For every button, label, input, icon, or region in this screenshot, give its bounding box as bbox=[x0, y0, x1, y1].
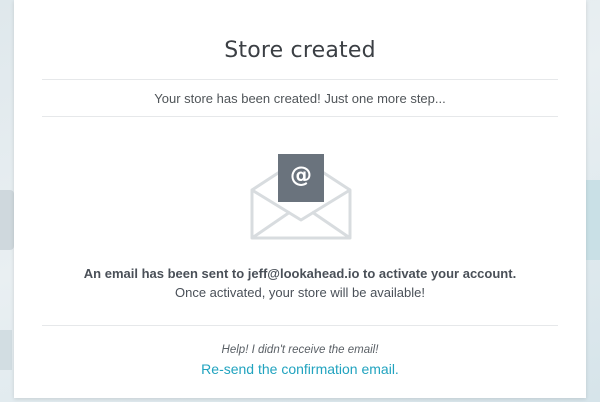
store-created-modal: Store created Your store has been create… bbox=[14, 0, 586, 398]
resend-confirmation-link[interactable]: Re-send the confirmation email. bbox=[201, 361, 399, 377]
background-decoration-left-lower bbox=[0, 330, 12, 370]
modal-title: Store created bbox=[224, 38, 376, 63]
at-symbol-icon: @ bbox=[290, 163, 312, 188]
email-sent-message: An email has been sent to jeff@lookahead… bbox=[83, 266, 517, 281]
envelope-icon: @ bbox=[250, 150, 352, 242]
modal-subtitle: Your store has been created! Just one mo… bbox=[154, 91, 446, 106]
resend-container: Re-send the confirmation email. bbox=[14, 361, 586, 379]
subtitle-divider bbox=[42, 116, 558, 117]
background-decoration-right bbox=[586, 180, 600, 260]
footer-divider bbox=[42, 325, 558, 326]
help-text: Help! I didn't receive the email! bbox=[221, 344, 379, 356]
background-decoration-left bbox=[0, 190, 14, 250]
title-divider bbox=[42, 79, 558, 80]
activation-note: Once activated, your store will be avail… bbox=[174, 285, 425, 300]
